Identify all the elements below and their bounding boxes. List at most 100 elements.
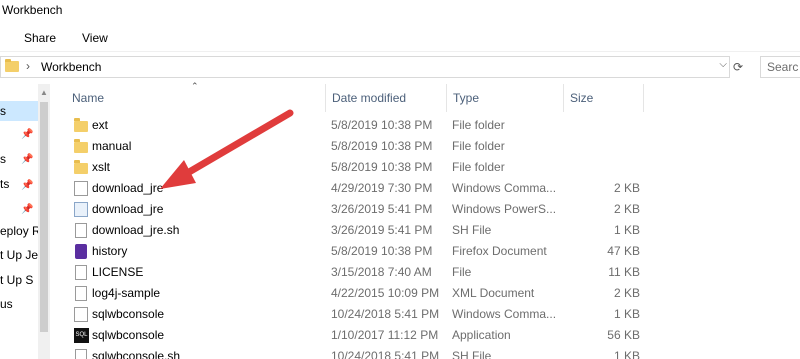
file-list: ⌃ Name Date modified Type Size ext 5/8/20… — [50, 81, 800, 359]
file-type: Application — [452, 328, 511, 342]
powershell-file-icon — [74, 202, 88, 217]
file-type: File — [452, 265, 472, 279]
file-row[interactable]: history 5/8/2019 10:38 PM Firefox Document… — [72, 241, 646, 262]
tab-share[interactable]: Share — [24, 31, 56, 45]
file-name: manual — [92, 139, 132, 153]
nav-item[interactable]: t Up Je — [0, 248, 38, 268]
file-name: download_jre.sh — [92, 223, 180, 237]
pin-icon[interactable]: 📌 — [21, 129, 33, 140]
file-row[interactable]: log4j-sample 4/22/2015 10:09 PM XML Docume… — [72, 283, 646, 304]
file-date: 4/22/2015 10:09 PM — [331, 286, 440, 300]
file-row[interactable]: download_jre 3/26/2019 5:41 PM Windows Pow… — [72, 199, 646, 220]
pin-icon[interactable]: 📌 — [21, 180, 33, 191]
file-name: history — [92, 244, 128, 258]
file-row[interactable]: manual 5/8/2019 10:38 PM File folder — [72, 136, 646, 157]
file-row[interactable]: download_jre 4/29/2019 7:30 PM Windows Com… — [72, 178, 646, 199]
cmd-file-icon — [74, 181, 88, 196]
nav-item[interactable]: us — [0, 297, 38, 317]
navigation-pane: s 📌 s 📌 ts 📌 📌 eploy R t Up Je t Up S us — [0, 84, 38, 359]
column-type[interactable]: Type — [447, 84, 564, 112]
file-date: 4/29/2019 7:30 PM — [331, 181, 433, 195]
file-row[interactable]: download_jre.sh 3/26/2019 5:41 PM SH File 1… — [72, 220, 646, 241]
file-name: sqlwbconsole.sh — [92, 349, 181, 359]
file-icon — [75, 349, 87, 359]
sql-app-icon: SQL — [74, 328, 89, 343]
file-type: SH File — [452, 223, 492, 237]
file-size: 1 KB — [613, 223, 640, 237]
file-date: 10/24/2018 5:41 PM — [331, 349, 440, 359]
file-date: 5/8/2019 10:38 PM — [331, 160, 433, 174]
column-header: Name Date modified Type Size — [50, 84, 800, 112]
file-size: 1 KB — [613, 307, 640, 321]
file-row[interactable]: ext 5/8/2019 10:38 PM File folder — [72, 115, 646, 136]
file-type: File folder — [452, 139, 505, 153]
file-size: 1 KB — [613, 349, 640, 359]
chevron-right-icon[interactable]: › — [26, 59, 30, 73]
nav-item[interactable]: eploy R — [0, 224, 38, 244]
search-input[interactable]: Searc — [760, 56, 800, 78]
refresh-icon[interactable]: ⟳ — [731, 57, 745, 77]
file-type: Firefox Document — [452, 244, 547, 258]
file-date: 3/26/2019 5:41 PM — [331, 202, 433, 216]
column-name[interactable]: Name — [66, 84, 326, 112]
file-type: File folder — [452, 118, 505, 132]
file-name: ext — [92, 118, 109, 132]
file-row[interactable]: SQL sqlwbconsole 1/10/2017 11:12 PM Applica… — [72, 325, 646, 346]
file-date: 5/8/2019 10:38 PM — [331, 244, 433, 258]
file-size: 47 KB — [607, 244, 640, 258]
file-size: 11 KB — [608, 265, 640, 279]
explorer-window: Workbench Share View › Workbench ⌵ ⟳ Sea… — [0, 0, 800, 359]
file-icon — [75, 265, 87, 280]
ribbon-tabs: Share View — [0, 22, 800, 52]
scroll-up-icon[interactable]: ▲ — [40, 88, 48, 97]
file-date: 5/8/2019 10:38 PM — [331, 118, 433, 132]
window-title: Workbench — [2, 3, 63, 17]
file-name: download_jre — [92, 181, 164, 195]
file-name: sqlwbconsole — [92, 307, 165, 321]
address-path[interactable]: Workbench — [41, 60, 101, 74]
file-date: 10/24/2018 5:41 PM — [331, 307, 440, 321]
chevron-down-icon[interactable]: ⌵ — [719, 59, 727, 70]
file-type: Windows PowerS... — [452, 202, 557, 216]
nav-item[interactable]: t Up S — [0, 273, 38, 293]
search-placeholder: Searc — [767, 60, 799, 74]
nav-item[interactable]: s — [0, 104, 38, 124]
folder-icon — [74, 160, 88, 174]
file-row[interactable]: LICENSE 3/15/2018 7:40 AM File 11 KB — [72, 262, 646, 283]
file-type: Windows Comma... — [452, 181, 557, 195]
folder-icon — [74, 139, 88, 153]
file-type: File folder — [452, 160, 505, 174]
cmd-file-icon — [74, 307, 88, 322]
title-bar: Workbench — [0, 0, 800, 22]
file-name: xslt — [92, 160, 110, 174]
file-date: 3/26/2019 5:41 PM — [331, 223, 433, 237]
column-date-modified[interactable]: Date modified — [326, 84, 447, 112]
folder-icon — [5, 59, 19, 72]
scroll-thumb[interactable] — [40, 102, 48, 332]
file-type: XML Document — [452, 286, 535, 300]
file-size: 2 KB — [613, 286, 640, 300]
file-size: 56 KB — [607, 328, 640, 342]
tab-view[interactable]: View — [82, 31, 108, 45]
pin-icon[interactable]: 📌 — [21, 154, 33, 165]
file-size: 2 KB — [613, 181, 640, 195]
firefox-document-icon — [75, 244, 87, 259]
file-row[interactable]: xslt 5/8/2019 10:38 PM File folder — [72, 157, 646, 178]
file-date: 5/8/2019 10:38 PM — [331, 139, 433, 153]
file-name: log4j-sample — [92, 286, 161, 300]
folder-icon — [74, 118, 88, 132]
column-size[interactable]: Size — [564, 84, 644, 112]
address-bar[interactable]: › Workbench ⌵ — [0, 56, 730, 78]
file-icon — [75, 223, 87, 238]
file-row[interactable]: sqlwbconsole 10/24/2018 5:41 PM Windows Co… — [72, 304, 646, 325]
file-row[interactable]: sqlwbconsole.sh 10/24/2018 5:41 PM SH File… — [72, 346, 646, 359]
file-name: sqlwbconsole — [92, 328, 165, 342]
nav-scrollbar[interactable]: ▲ — [38, 84, 50, 359]
file-name: download_jre — [92, 202, 164, 216]
file-name: LICENSE — [92, 265, 144, 279]
file-type: SH File — [452, 349, 492, 359]
file-icon — [75, 286, 87, 301]
file-date: 3/15/2018 7:40 AM — [331, 265, 432, 279]
pin-icon[interactable]: 📌 — [21, 204, 33, 215]
address-row: › Workbench ⌵ ⟳ Searc — [0, 52, 800, 80]
